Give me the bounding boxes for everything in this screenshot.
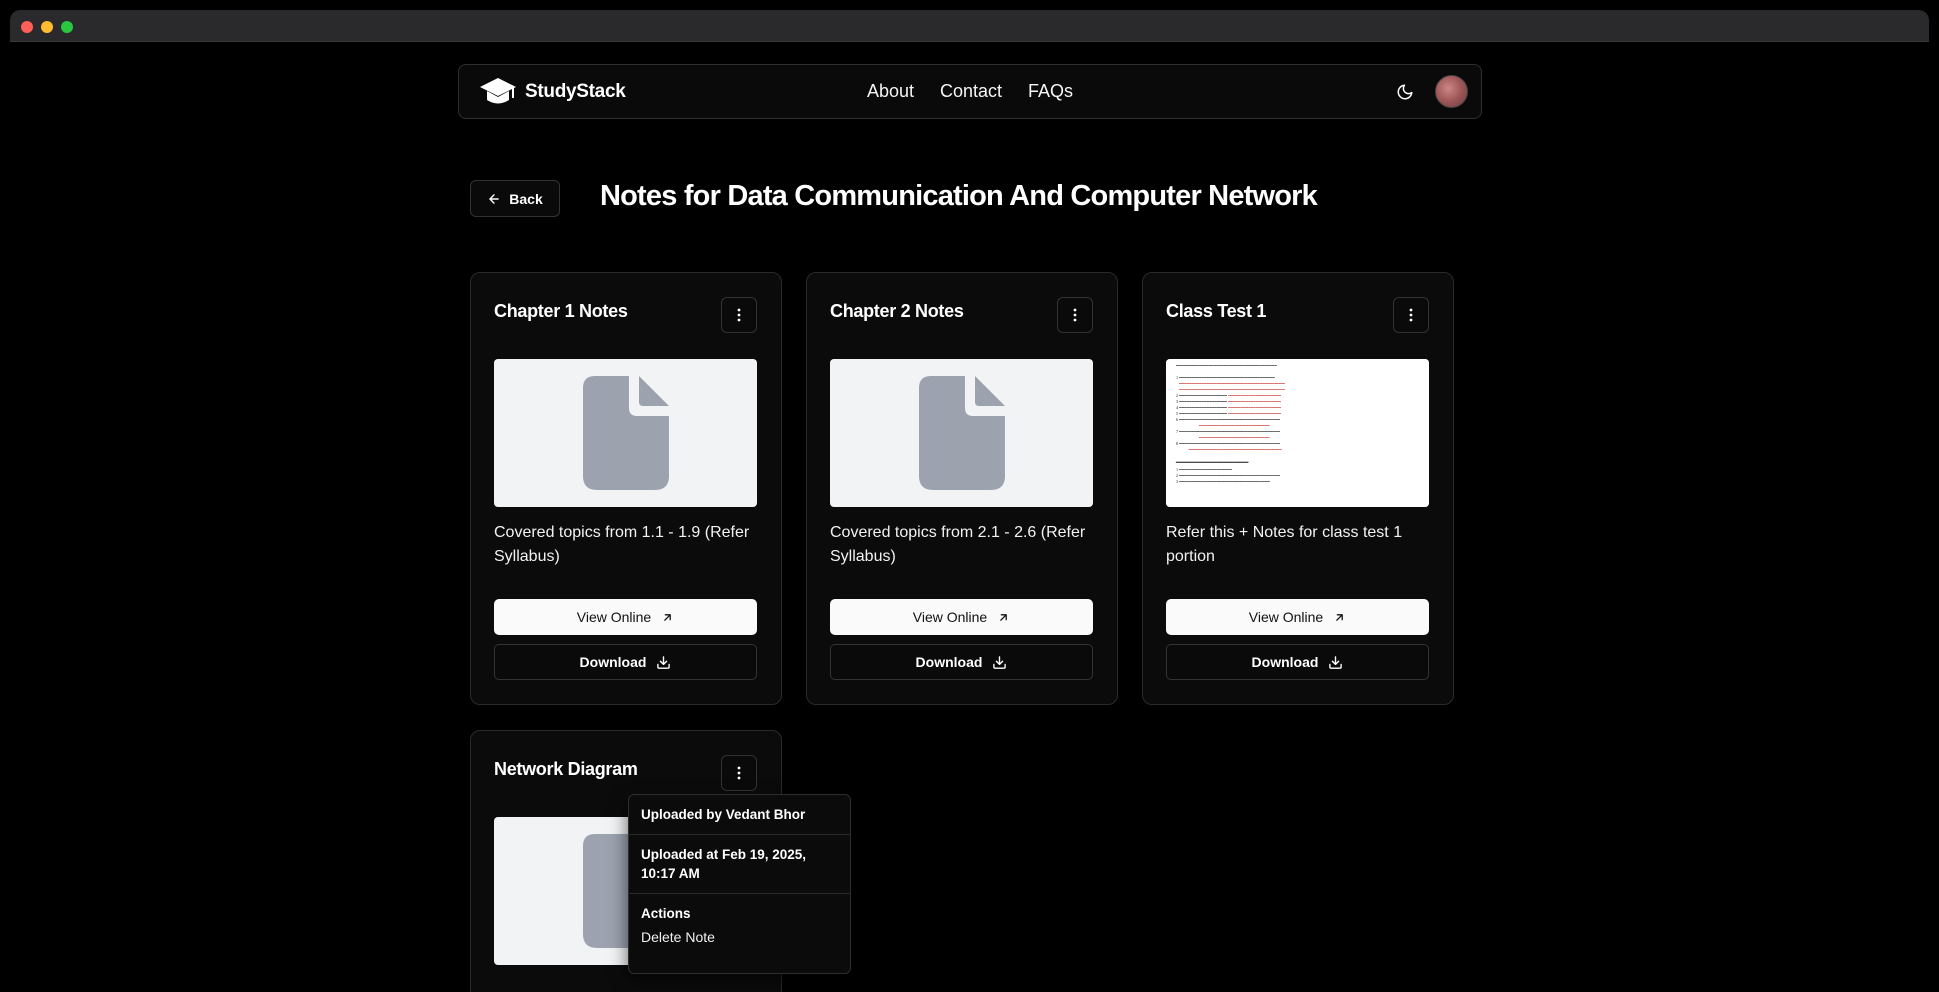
nav-links: About Contact FAQs bbox=[459, 81, 1481, 102]
note-options-menu: Uploaded by Vedant Bhor Uploaded at Feb … bbox=[628, 794, 851, 974]
page-title: Notes for Data Communication And Compute… bbox=[600, 180, 1318, 212]
user-avatar[interactable] bbox=[1435, 75, 1468, 108]
maximize-window-button[interactable] bbox=[61, 21, 73, 33]
close-window-button[interactable] bbox=[21, 21, 33, 33]
note-thumbnail[interactable] bbox=[830, 359, 1093, 507]
card-description: Refer this + Notes for class test 1 port… bbox=[1166, 524, 1403, 565]
card-description: Covered topics from 2.1 - 2.6 (Refer Syl… bbox=[830, 524, 1086, 565]
kebab-menu-icon bbox=[737, 766, 741, 780]
view-online-button[interactable]: View Online bbox=[494, 599, 757, 635]
download-label: Download bbox=[915, 654, 983, 670]
moon-icon[interactable] bbox=[1396, 83, 1414, 101]
browser-window: StudyStack About Contact FAQs Back Notes… bbox=[10, 10, 1929, 992]
arrow-left-icon bbox=[489, 193, 500, 204]
note-card: Chapter 1 Notes Covered topics from 1.1 … bbox=[470, 272, 782, 705]
actions-heading: Actions bbox=[641, 906, 691, 921]
note-thumbnail[interactable] bbox=[494, 359, 757, 507]
view-online-label: View Online bbox=[912, 609, 988, 625]
note-card: Chapter 2 Notes Covered topics from 2.1 … bbox=[806, 272, 1118, 705]
download-icon bbox=[993, 655, 1007, 669]
nav-about[interactable]: About bbox=[867, 81, 914, 102]
download-button[interactable]: Download bbox=[830, 644, 1093, 680]
kebab-menu-icon bbox=[1073, 308, 1077, 322]
card-title: Network Diagram bbox=[494, 759, 638, 779]
minimize-window-button[interactable] bbox=[41, 21, 53, 33]
document-preview-image: ━━━━━━━━━━━━━━━━━━━━━━━━━━━━━━━━━━━━━━━━… bbox=[1166, 359, 1429, 507]
uploaded-at-label: Uploaded at Feb 19, 2025, 10:17 AM bbox=[629, 835, 850, 894]
card-title: Chapter 2 Notes bbox=[830, 301, 964, 321]
view-online-button[interactable]: View Online bbox=[1166, 599, 1429, 635]
download-icon bbox=[657, 655, 671, 669]
window-titlebar bbox=[10, 10, 1929, 42]
card-title: Chapter 1 Notes bbox=[494, 301, 628, 321]
arrow-up-right-icon bbox=[664, 613, 672, 621]
document-preview-thumbnail[interactable]: ━━━━━━━━━━━━━━━━━━━━━━━━━━━━━━━━━━━━━━━━… bbox=[1166, 359, 1429, 507]
more-options-button[interactable] bbox=[1393, 297, 1429, 333]
download-label: Download bbox=[579, 654, 647, 670]
arrow-up-right-icon bbox=[1000, 613, 1008, 621]
top-navbar: StudyStack About Contact FAQs bbox=[458, 64, 1482, 119]
file-icon bbox=[582, 376, 669, 490]
delete-note-menu-item[interactable]: Delete Note bbox=[629, 927, 850, 953]
more-options-button[interactable] bbox=[721, 755, 757, 791]
download-label: Download bbox=[1251, 654, 1319, 670]
back-button[interactable]: Back bbox=[470, 180, 560, 217]
arrow-up-right-icon bbox=[1336, 613, 1344, 621]
kebab-menu-icon bbox=[737, 308, 741, 322]
file-icon bbox=[918, 376, 1005, 490]
card-title: Class Test 1 bbox=[1166, 301, 1267, 321]
view-online-label: View Online bbox=[1248, 609, 1324, 625]
download-button[interactable]: Download bbox=[494, 644, 757, 680]
download-button[interactable]: Download bbox=[1166, 644, 1429, 680]
kebab-menu-icon bbox=[1409, 308, 1413, 322]
card-description: Covered topics from 1.1 - 1.9 (Refer Syl… bbox=[494, 524, 750, 565]
nav-faqs[interactable]: FAQs bbox=[1028, 81, 1073, 102]
view-online-button[interactable]: View Online bbox=[830, 599, 1093, 635]
back-label: Back bbox=[509, 190, 543, 207]
more-options-button[interactable] bbox=[1057, 297, 1093, 333]
note-card: Class Test 1 ━━━━━━━━━━━━━━━━━━━━━━━━━━━… bbox=[1142, 272, 1454, 705]
more-options-button[interactable] bbox=[721, 297, 757, 333]
nav-contact[interactable]: Contact bbox=[940, 81, 1002, 102]
view-online-label: View Online bbox=[576, 609, 652, 625]
uploaded-by-label: Uploaded by Vedant Bhor bbox=[629, 795, 850, 835]
download-icon bbox=[1329, 655, 1343, 669]
